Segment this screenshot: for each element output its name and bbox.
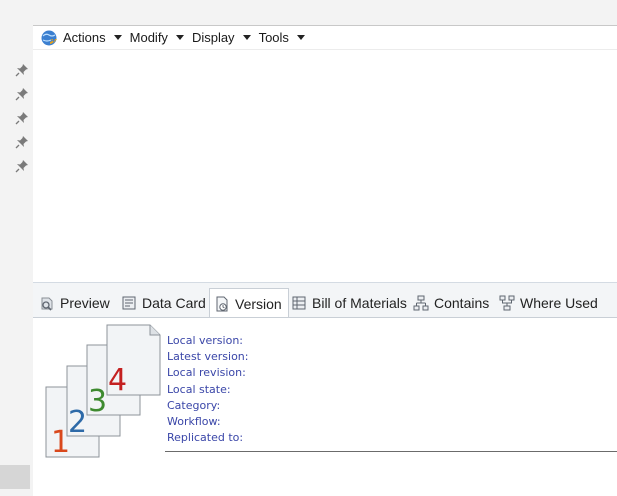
- display-menu[interactable]: Display: [192, 26, 259, 50]
- replicated-to-label: Replicated to:: [167, 431, 244, 445]
- version-page-4: 4: [106, 324, 161, 398]
- tab-preview[interactable]: Preview: [39, 290, 110, 316]
- local-version-label: Local version:: [167, 334, 244, 347]
- local-state-label: Local state:: [167, 382, 231, 396]
- toolbar: Actions Modify Display Tools: [33, 26, 617, 50]
- actions-menu[interactable]: Actions: [63, 26, 130, 50]
- tab-where-used[interactable]: Where Used: [499, 290, 598, 316]
- version-stack-icon: 1 2 3 4: [45, 324, 161, 459]
- tab-contains[interactable]: Contains: [413, 290, 489, 316]
- bill-of-materials-icon: [292, 296, 306, 310]
- details-panel: Preview Data Card Version Bill of Materi…: [33, 282, 617, 496]
- left-gutter: [0, 25, 33, 495]
- data-card-icon: [122, 296, 136, 310]
- version-icon: [216, 296, 228, 311]
- version-digit-2: 2: [68, 405, 87, 440]
- pin-icon[interactable]: [15, 111, 29, 125]
- modify-menu[interactable]: Modify: [130, 26, 192, 50]
- version-digit-4: 4: [108, 363, 127, 398]
- main-panel: Actions Modify Display Tools: [33, 25, 617, 282]
- tab-bill-of-materials-label: Bill of Materials: [312, 295, 407, 311]
- category-label: Category:: [167, 398, 221, 412]
- pin-icon[interactable]: [15, 87, 29, 101]
- version-fields: Local version: Latest version: Local rev…: [167, 333, 249, 446]
- pin-icon[interactable]: [15, 63, 29, 77]
- tab-bill-of-materials[interactable]: Bill of Materials: [291, 290, 407, 316]
- tools-menu[interactable]: Tools: [259, 26, 313, 50]
- chevron-down-icon: [242, 35, 251, 40]
- tab-data-card[interactable]: Data Card: [121, 290, 206, 316]
- top-strip: [0, 0, 617, 25]
- chevron-down-icon: [175, 35, 184, 40]
- gutter-handle[interactable]: [0, 465, 30, 489]
- refresh-globe-icon[interactable]: [40, 29, 58, 47]
- preview-icon: [41, 297, 53, 311]
- tab-version-label: Version: [235, 295, 282, 312]
- tab-where-used-label: Where Used: [520, 295, 598, 311]
- pin-icon[interactable]: [15, 135, 29, 149]
- contains-icon: [413, 295, 429, 311]
- modify-menu-label: Modify: [129, 30, 168, 45]
- latest-version-label: Latest version:: [167, 350, 249, 364]
- tab-version[interactable]: Version: [209, 288, 289, 318]
- actions-menu-label: Actions: [63, 30, 106, 45]
- fields-divider: [165, 451, 617, 452]
- display-menu-label: Display: [191, 30, 235, 45]
- tab-bar: Preview Data Card Version Bill of Materi…: [33, 288, 617, 318]
- chevron-down-icon: [296, 35, 305, 40]
- version-digit-3: 3: [88, 384, 107, 419]
- pin-icon[interactable]: [15, 159, 29, 173]
- tab-contains-label: Contains: [434, 295, 490, 311]
- tab-preview-label: Preview: [60, 295, 110, 311]
- chevron-down-icon: [113, 35, 122, 40]
- local-revision-label: Local revision:: [167, 366, 246, 380]
- version-tab-content: 1 2 3 4 Local version: Latest version: L…: [33, 317, 617, 496]
- tools-menu-label: Tools: [258, 30, 289, 45]
- tab-data-card-label: Data Card: [142, 295, 206, 311]
- workflow-label: Workflow:: [167, 414, 221, 428]
- where-used-icon: [499, 295, 515, 311]
